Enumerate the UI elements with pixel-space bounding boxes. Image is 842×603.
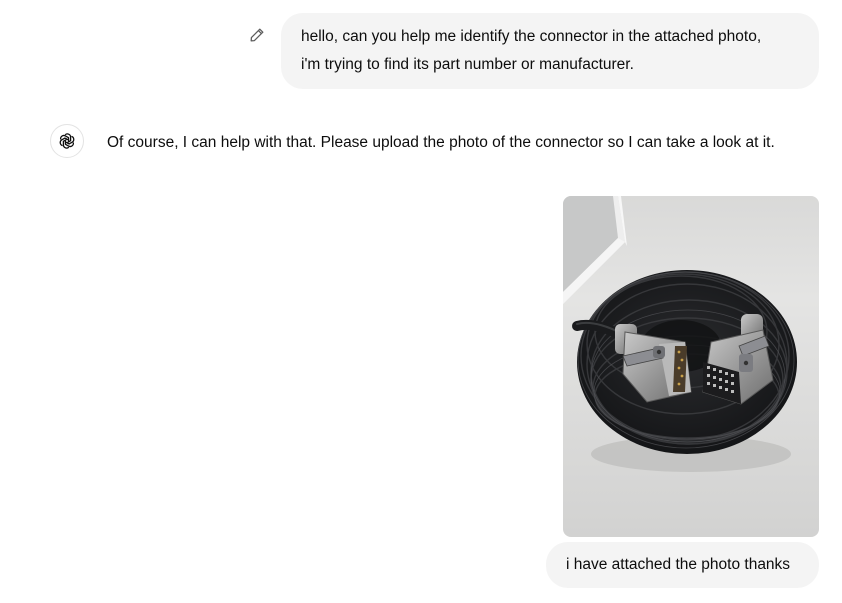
edit-message-button[interactable] (247, 25, 267, 45)
openai-logo-icon (59, 133, 75, 149)
assistant-message: Of course, I can help with that. Please … (107, 134, 775, 151)
user-message-line: i'm trying to find its part number or ma… (301, 56, 634, 73)
user-message-line: hello, can you help me identify the conn… (301, 28, 762, 45)
user-message-bubble: hello, can you help me identify the conn… (281, 13, 819, 89)
attached-photo[interactable] (563, 196, 819, 537)
user-message-bubble: i have attached the photo thanks (546, 542, 819, 588)
connector-cable-photo (563, 196, 819, 537)
assistant-avatar (50, 124, 84, 158)
pencil-icon (250, 28, 264, 42)
